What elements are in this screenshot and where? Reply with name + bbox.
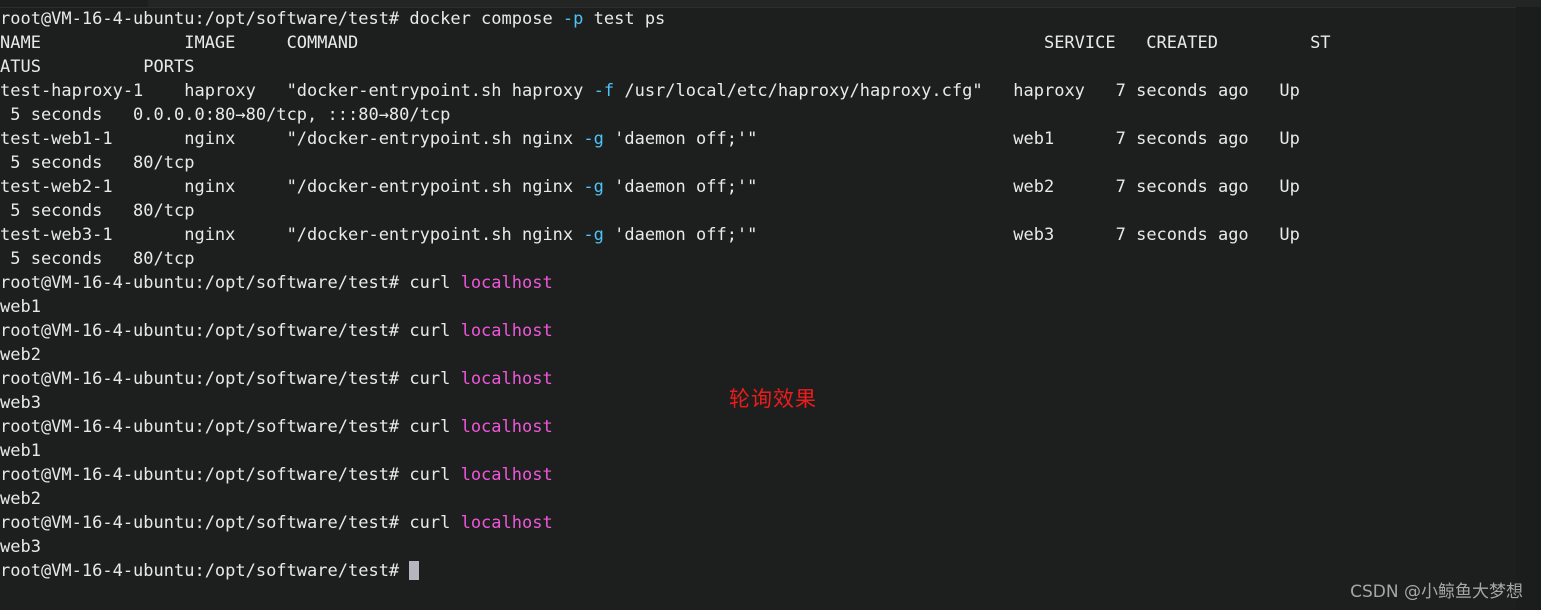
terminal-text: web2 — [0, 489, 41, 509]
terminal-line: root@VM-16-4-ubuntu:/opt/software/test# … — [0, 511, 1516, 535]
terminal-text: localhost — [460, 321, 553, 341]
terminal-text: localhost — [460, 273, 553, 293]
terminal-line: web2 — [0, 487, 1516, 511]
terminal-line: 5 seconds 80/tcp — [0, 199, 1516, 223]
terminal-text: -g — [583, 225, 604, 245]
terminal-line: test-haproxy-1 haproxy "docker-entrypoin… — [0, 79, 1516, 103]
terminal-screen[interactable]: root@VM-16-4-ubuntu:/opt/software/test# … — [0, 7, 1516, 610]
annotation-label: 轮询效果 — [729, 387, 817, 411]
terminal-scrollbar[interactable] — [1516, 7, 1541, 610]
terminal-line: root@VM-16-4-ubuntu:/opt/software/test# … — [0, 271, 1516, 295]
terminal-text: web3 — [0, 393, 41, 413]
terminal-line: 5 seconds 0.0.0.0:80→80/tcp, :::80→80/tc… — [0, 103, 1516, 127]
terminal-text: test-web1-1 nginx "/docker-entrypoint.sh… — [0, 129, 584, 149]
terminal-line: root@VM-16-4-ubuntu:/opt/software/test# — [0, 559, 1516, 583]
terminal-text: root@VM-16-4-ubuntu:/opt/software/test# … — [0, 465, 461, 485]
terminal-text: -g — [583, 129, 604, 149]
terminal-line: root@VM-16-4-ubuntu:/opt/software/test# … — [0, 319, 1516, 343]
terminal-text: 'daemon off;'" web1 7 seconds ago Up — [603, 129, 1300, 149]
terminal-text: 5 seconds 80/tcp — [0, 249, 195, 269]
terminal-text: test ps — [583, 9, 666, 29]
terminal-text: test-web3-1 nginx "/docker-entrypoint.sh… — [0, 225, 584, 245]
terminal-line: test-web3-1 nginx "/docker-entrypoint.sh… — [0, 223, 1516, 247]
watermark-label: CSDN @小鲸鱼大梦想 — [1350, 582, 1523, 602]
terminal-line: ATUS PORTS — [0, 55, 1516, 79]
terminal-text: root@VM-16-4-ubuntu:/opt/software/test# — [0, 561, 410, 581]
terminal-text: localhost — [460, 513, 553, 533]
terminal-text: root@VM-16-4-ubuntu:/opt/software/test# … — [0, 513, 461, 533]
terminal-text: 5 seconds 80/tcp — [0, 201, 195, 221]
terminal-line: web2 — [0, 343, 1516, 367]
terminal-line: web1 — [0, 295, 1516, 319]
terminal-line: root@VM-16-4-ubuntu:/opt/software/test# … — [0, 7, 1516, 31]
terminal-line: web1 — [0, 439, 1516, 463]
terminal-text: ATUS PORTS — [0, 57, 195, 77]
terminal-text: NAME IMAGE COMMAND SERVICE CREATED ST — [0, 33, 1331, 53]
terminal-text: root@VM-16-4-ubuntu:/opt/software/test# … — [0, 417, 461, 437]
terminal-text: web1 — [0, 297, 41, 317]
terminal-tab-active[interactable] — [0, 0, 148, 7]
terminal-line: root@VM-16-4-ubuntu:/opt/software/test# … — [0, 463, 1516, 487]
terminal-line: test-web2-1 nginx "/docker-entrypoint.sh… — [0, 175, 1516, 199]
terminal-text: localhost — [460, 465, 553, 485]
terminal-text: /usr/local/etc/haproxy/haproxy.cfg" hapr… — [614, 81, 1300, 101]
terminal-text: localhost — [460, 417, 553, 437]
terminal-line: 5 seconds 80/tcp — [0, 151, 1516, 175]
terminal-cursor — [409, 561, 420, 580]
terminal-text: 'daemon off;'" web2 7 seconds ago Up — [603, 177, 1300, 197]
terminal-text: root@VM-16-4-ubuntu:/opt/software/test# … — [0, 369, 461, 389]
terminal-text: root@VM-16-4-ubuntu:/opt/software/test# … — [0, 9, 563, 29]
terminal-text: 5 seconds 0.0.0.0:80→80/tcp, :::80→80/tc… — [0, 105, 451, 125]
terminal-text: root@VM-16-4-ubuntu:/opt/software/test# … — [0, 273, 461, 293]
terminal-window: root@VM-16-4-ubuntu:/opt/software/test# … — [0, 0, 1541, 610]
terminal-text: test-web2-1 nginx "/docker-entrypoint.sh… — [0, 177, 584, 197]
terminal-line: 5 seconds 80/tcp — [0, 247, 1516, 271]
terminal-line: NAME IMAGE COMMAND SERVICE CREATED ST — [0, 31, 1516, 55]
terminal-text: -f — [593, 81, 615, 101]
terminal-text: -p — [562, 9, 584, 29]
terminal-text: web2 — [0, 345, 41, 365]
terminal-line: test-web1-1 nginx "/docker-entrypoint.sh… — [0, 127, 1516, 151]
terminal-text: root@VM-16-4-ubuntu:/opt/software/test# … — [0, 321, 461, 341]
terminal-text: 'daemon off;'" web3 7 seconds ago Up — [603, 225, 1300, 245]
terminal-text: web1 — [0, 441, 41, 461]
terminal-line: web3 — [0, 535, 1516, 559]
terminal-line: root@VM-16-4-ubuntu:/opt/software/test# … — [0, 415, 1516, 439]
terminal-text: localhost — [460, 369, 553, 389]
terminal-text: 5 seconds 80/tcp — [0, 153, 195, 173]
terminal-text: test-haproxy-1 haproxy "docker-entrypoin… — [0, 81, 594, 101]
terminal-text: -g — [583, 177, 604, 197]
terminal-text: web3 — [0, 537, 41, 557]
